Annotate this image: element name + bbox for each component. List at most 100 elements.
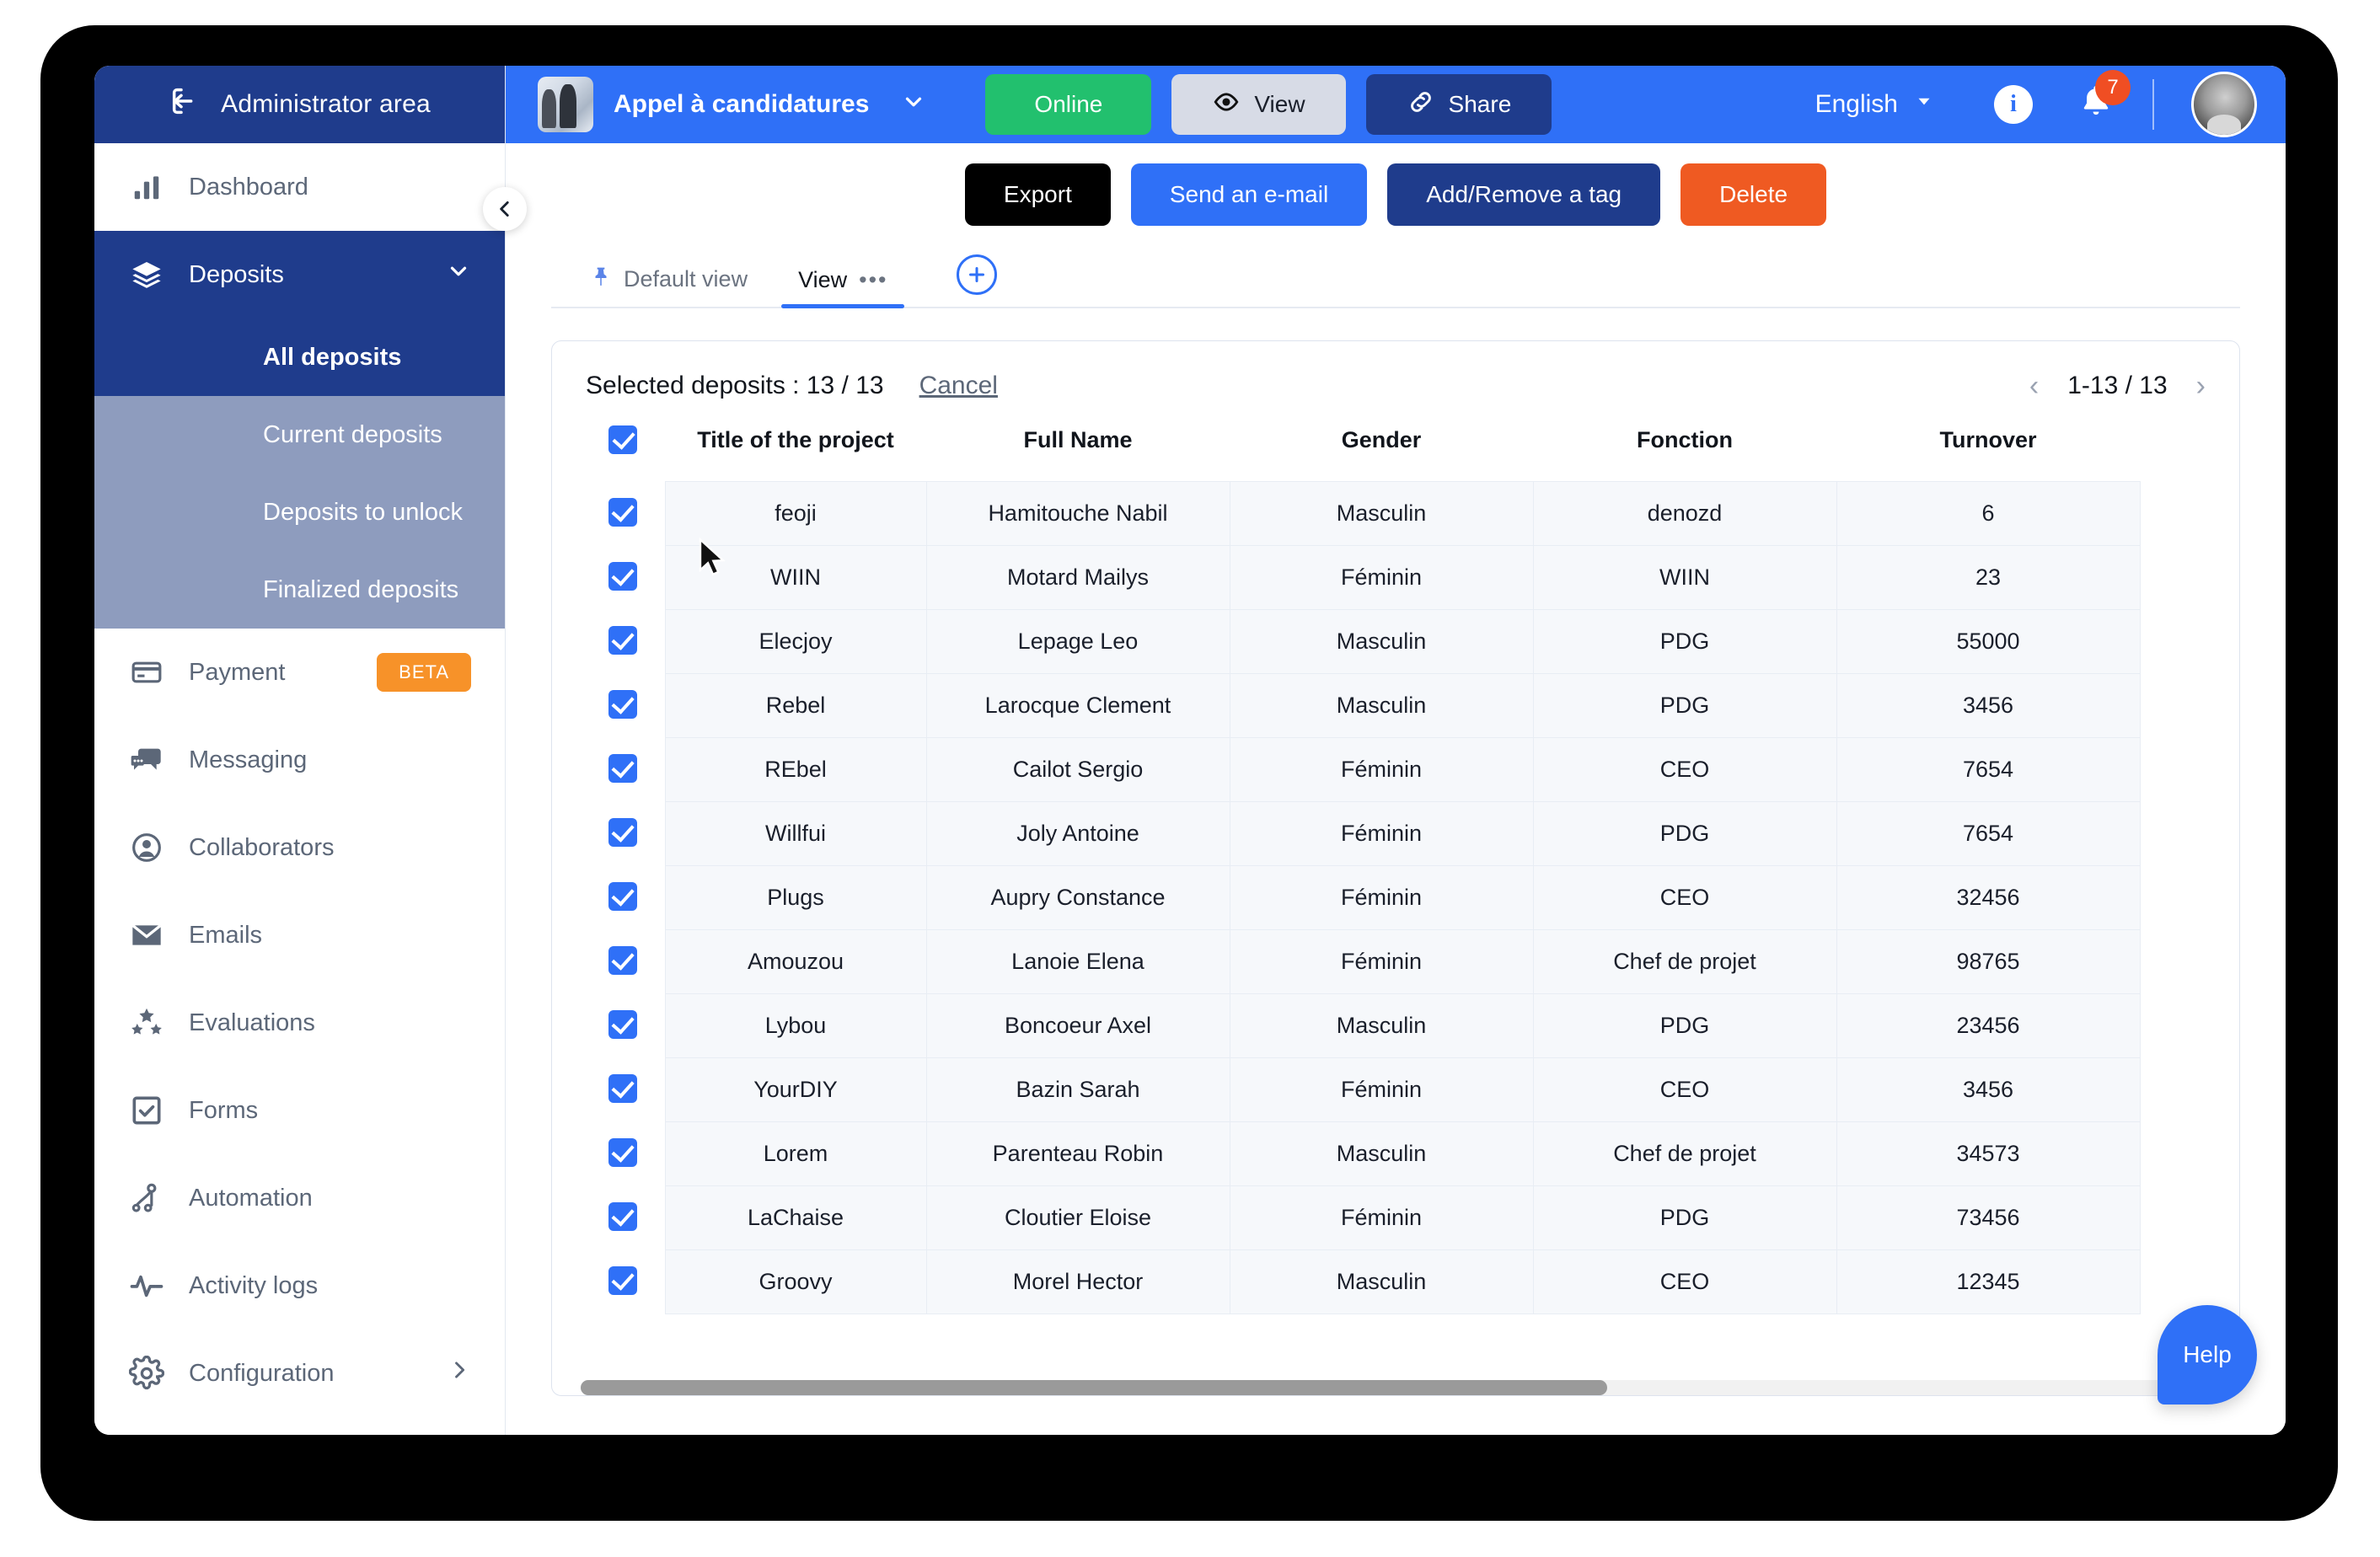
notifications-button[interactable]: 7 (2077, 70, 2131, 127)
view-button[interactable]: View (1171, 74, 1346, 135)
column-header-full-name[interactable]: Full Name (926, 425, 1230, 481)
tab-more-icon[interactable]: ••• (859, 267, 887, 293)
row-checkbox[interactable] (608, 946, 637, 975)
table-row[interactable]: Rebel Larocque Clement Masculin PDG 3456 (581, 672, 2211, 738)
share-button[interactable]: Share (1365, 74, 1552, 135)
sidebar-item-emails[interactable]: Emails (94, 891, 505, 979)
table-row[interactable]: feoji Hamitouche Nabil Masculin denozd 6 (581, 480, 2211, 546)
cell-gender: Masculin (1229, 1249, 1534, 1314)
language-selector[interactable]: English (1815, 90, 1935, 119)
pagination-prev-button[interactable]: ‹ (2029, 372, 2039, 400)
tab-default-view[interactable]: Default view (565, 265, 773, 307)
cell-fonction: PDG (1532, 800, 1837, 866)
column-header-spacer (2140, 425, 2211, 481)
project-selector[interactable]: Appel à candidatures (538, 77, 926, 132)
cell-turnover: 23 (1836, 544, 2141, 610)
help-button[interactable]: Help (2158, 1305, 2257, 1405)
add-remove-tag-button[interactable]: Add/Remove a tag (1387, 163, 1661, 226)
sidebar-subitem-all-deposits[interactable]: All deposits (94, 318, 505, 396)
row-checkbox[interactable] (608, 1266, 637, 1295)
sidebar-item-activity-logs[interactable]: Activity logs (94, 1242, 505, 1330)
view-tabs: Default view View ••• (551, 244, 2240, 308)
sidebar-item-evaluations[interactable]: Evaluations (94, 979, 505, 1067)
tab-view[interactable]: View ••• (773, 267, 913, 308)
row-checkbox[interactable] (608, 498, 637, 527)
share-button-label: Share (1448, 91, 1512, 117)
gear-icon (128, 1355, 165, 1392)
table-row[interactable]: Lorem Parenteau Robin Masculin Chef de proj… (581, 1121, 2211, 1186)
sidebar-item-messaging[interactable]: Messaging (94, 716, 505, 804)
column-header-title[interactable]: Title of the project (665, 425, 926, 481)
sidebar-collapse-button[interactable] (483, 187, 527, 231)
table-row[interactable]: YourDIY Bazin Sarah Féminin CEO 3456 (581, 1057, 2211, 1122)
delete-button[interactable]: Delete (1680, 163, 1827, 226)
cell-gender: Masculin (1229, 993, 1534, 1058)
table-row[interactable]: WIIN Motard Mailys Féminin WIIN 23 (581, 544, 2211, 610)
cell-full-name: Lepage Leo (925, 608, 1230, 674)
online-button[interactable]: Online (985, 74, 1152, 135)
row-checkbox[interactable] (608, 882, 637, 911)
sidebar-item-label: Dashboard (189, 173, 308, 201)
column-header-gender[interactable]: Gender (1230, 425, 1533, 481)
row-checkbox[interactable] (608, 818, 637, 847)
cell-spacer (2140, 481, 2211, 545)
notification-badge: 7 (2095, 70, 2131, 105)
sidebar-item-dashboard[interactable]: Dashboard (94, 143, 505, 231)
sidebar-item-collaborators[interactable]: Collaborators (94, 804, 505, 891)
sidebar-subitem-current-deposits[interactable]: Current deposits (94, 396, 505, 474)
row-checkbox[interactable] (608, 1138, 637, 1167)
row-checkbox[interactable] (608, 1202, 637, 1231)
table-row[interactable]: Elecjoy Lepage Leo Masculin PDG 55000 (581, 608, 2211, 674)
sidebar-item-payment[interactable]: Payment BETA (94, 629, 505, 716)
column-header-fonction[interactable]: Fonction (1533, 425, 1836, 481)
table-row[interactable]: Plugs Aupry Constance Féminin CEO 32456 (581, 864, 2211, 930)
select-all-checkbox[interactable] (608, 425, 637, 454)
cell-gender: Masculin (1229, 608, 1534, 674)
table-row[interactable]: Lybou Boncoeur Axel Masculin PDG 23456 (581, 993, 2211, 1058)
table-row[interactable]: REbel Cailot Sergio Féminin CEO 7654 (581, 736, 2211, 802)
avatar[interactable] (2191, 72, 2257, 137)
sidebar-subitem-deposits-to-unlock[interactable]: Deposits to unlock (94, 474, 505, 551)
row-checkbox[interactable] (608, 562, 637, 591)
export-button[interactable]: Export (964, 163, 1111, 226)
cell-spacer (2140, 1057, 2211, 1121)
sidebar-subitem-finalized-deposits[interactable]: Finalized deposits (94, 551, 505, 629)
cell-turnover: 23456 (1836, 993, 2141, 1058)
cell-title: Amouzou (664, 928, 927, 994)
send-email-button[interactable]: Send an e-mail (1130, 163, 1368, 226)
sidebar: Administrator area Dashboard Deposits Al… (94, 66, 527, 1435)
tab-label: Default view (624, 266, 748, 292)
info-icon[interactable]: i (1994, 85, 2033, 124)
cell-turnover: 7654 (1836, 736, 2141, 802)
pagination-next-button[interactable]: › (2196, 372, 2206, 400)
row-checkbox[interactable] (608, 1010, 637, 1039)
row-checkbox[interactable] (608, 690, 637, 719)
deposits-table: Title of the project Full Name Gender Fo… (581, 425, 2211, 1314)
row-checkbox[interactable] (608, 754, 637, 783)
administrator-area-button[interactable]: Administrator area (94, 66, 505, 143)
sidebar-item-label: Automation (189, 1184, 313, 1212)
deposits-card: Selected deposits : 13 / 13 Cancel ‹ 1-1… (551, 340, 2240, 1396)
table-row[interactable]: Amouzou Lanoie Elena Féminin Chef de projet… (581, 928, 2211, 994)
row-checkbox[interactable] (608, 626, 637, 655)
column-header-turnover[interactable]: Turnover (1836, 425, 2140, 481)
cell-spacer (2140, 673, 2211, 737)
sidebar-item-label: Activity logs (189, 1271, 319, 1299)
horizontal-scrollbar[interactable] (581, 1380, 2211, 1395)
sidebar-item-configuration[interactable]: Configuration (94, 1330, 505, 1417)
sidebar-item-automation[interactable]: Automation (94, 1154, 505, 1242)
project-name: Appel à candidatures (614, 90, 870, 118)
add-view-button[interactable] (957, 254, 998, 295)
sidebar-item-forms[interactable]: Forms (94, 1067, 505, 1154)
cancel-selection-link[interactable]: Cancel (919, 372, 998, 400)
horizontal-scrollbar-thumb[interactable] (581, 1380, 1608, 1395)
sidebar-item-deposits[interactable]: Deposits (94, 231, 505, 318)
table-row[interactable]: Groovy Morel Hector Masculin CEO 12345 (581, 1249, 2211, 1314)
cell-turnover: 34573 (1836, 1121, 2141, 1186)
table-row[interactable]: Willfui Joly Antoine Féminin PDG 7654 (581, 800, 2211, 866)
row-checkbox[interactable] (608, 1074, 637, 1103)
divider (2152, 79, 2154, 130)
cell-turnover: 98765 (1836, 928, 2141, 994)
cell-gender: Masculin (1229, 480, 1534, 546)
table-row[interactable]: LaChaise Cloutier Eloise Féminin PDG 73456 (581, 1185, 2211, 1250)
